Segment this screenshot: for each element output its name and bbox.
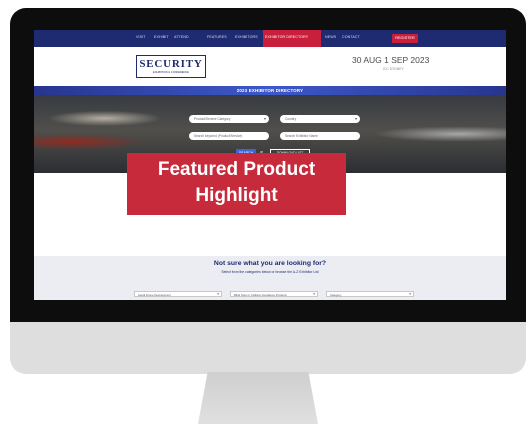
monitor-chin <box>10 322 526 374</box>
directory-title-bar: 2023 EXHIBITOR DIRECTORY <box>34 86 506 95</box>
event-date: 30 AUG 1 SEP 2023 <box>352 55 430 65</box>
keyword-search-placeholder: Search keyword (Product/Service) <box>194 134 243 138</box>
register-button-label: REGISTER <box>395 36 415 40</box>
exhibitor-name-input[interactable]: Search Exhibitor Name <box>280 132 360 140</box>
nav-item-news[interactable]: NEWS <box>325 35 336 39</box>
nav-item-exhibit[interactable]: EXHIBIT <box>154 35 169 39</box>
register-button[interactable]: REGISTER <box>392 34 418 43</box>
nav-item-exhibitors[interactable]: EXHIBITORS <box>235 35 258 39</box>
event-venue: ICC SYDNEY <box>383 67 404 71</box>
top-navigation: VISIT EXHIBIT ATTEND FEATURES EXHIBITORS… <box>34 30 506 47</box>
filter-select-1-label: Aerial Drone Development <box>138 293 171 297</box>
featured-line-2: Highlight <box>195 185 278 206</box>
nav-item-attend[interactable]: ATTEND <box>174 35 189 39</box>
browse-section: Not sure what you are looking for? Selec… <box>34 256 506 300</box>
filter-select-3-label: Category <box>330 293 342 297</box>
country-select-label: Country <box>285 117 297 121</box>
filter-select-3[interactable]: Category <box>326 291 414 297</box>
monitor-stand <box>198 372 318 424</box>
keyword-search-input[interactable]: Search keyword (Product/Service) <box>189 132 269 140</box>
filter-select-1[interactable]: Aerial Drone Development <box>134 291 222 297</box>
filter-select-2[interactable]: Blind Spot or Collision Avoidance Produc… <box>230 291 318 297</box>
security-logo[interactable]: SECURITY EXHIBITION & CONFERENCE <box>136 55 206 78</box>
browse-heading: Not sure what you are looking for? <box>213 260 327 267</box>
filter-select-2-label: Blind Spot or Collision Avoidance Produc… <box>234 293 287 297</box>
browse-subtext: Select from the categories below or brow… <box>221 270 319 274</box>
directory-title: 2023 EXHIBITOR DIRECTORY <box>236 88 304 93</box>
nav-item-features[interactable]: FEATURES <box>207 35 227 39</box>
featured-line-1: Featured Product <box>157 159 316 180</box>
logo-title: SECURITY <box>139 58 203 70</box>
featured-product-banner: Featured Product Highlight <box>127 153 346 215</box>
logo-subtitle: EXHIBITION & CONFERENCE <box>152 71 190 74</box>
country-select[interactable]: Country <box>280 115 360 123</box>
nav-item-contact[interactable]: CONTACT <box>342 35 360 39</box>
nav-item-visit[interactable]: VISIT <box>136 35 146 39</box>
category-select-label: Product/Service Category <box>194 117 231 121</box>
site-header: SECURITY EXHIBITION & CONFERENCE 30 AUG … <box>34 47 506 89</box>
nav-item-exhibitor-directory[interactable]: EXHIBITOR DIRECTORY <box>265 35 308 39</box>
exhibitor-name-placeholder: Search Exhibitor Name <box>285 134 318 138</box>
category-select[interactable]: Product/Service Category <box>189 115 269 123</box>
